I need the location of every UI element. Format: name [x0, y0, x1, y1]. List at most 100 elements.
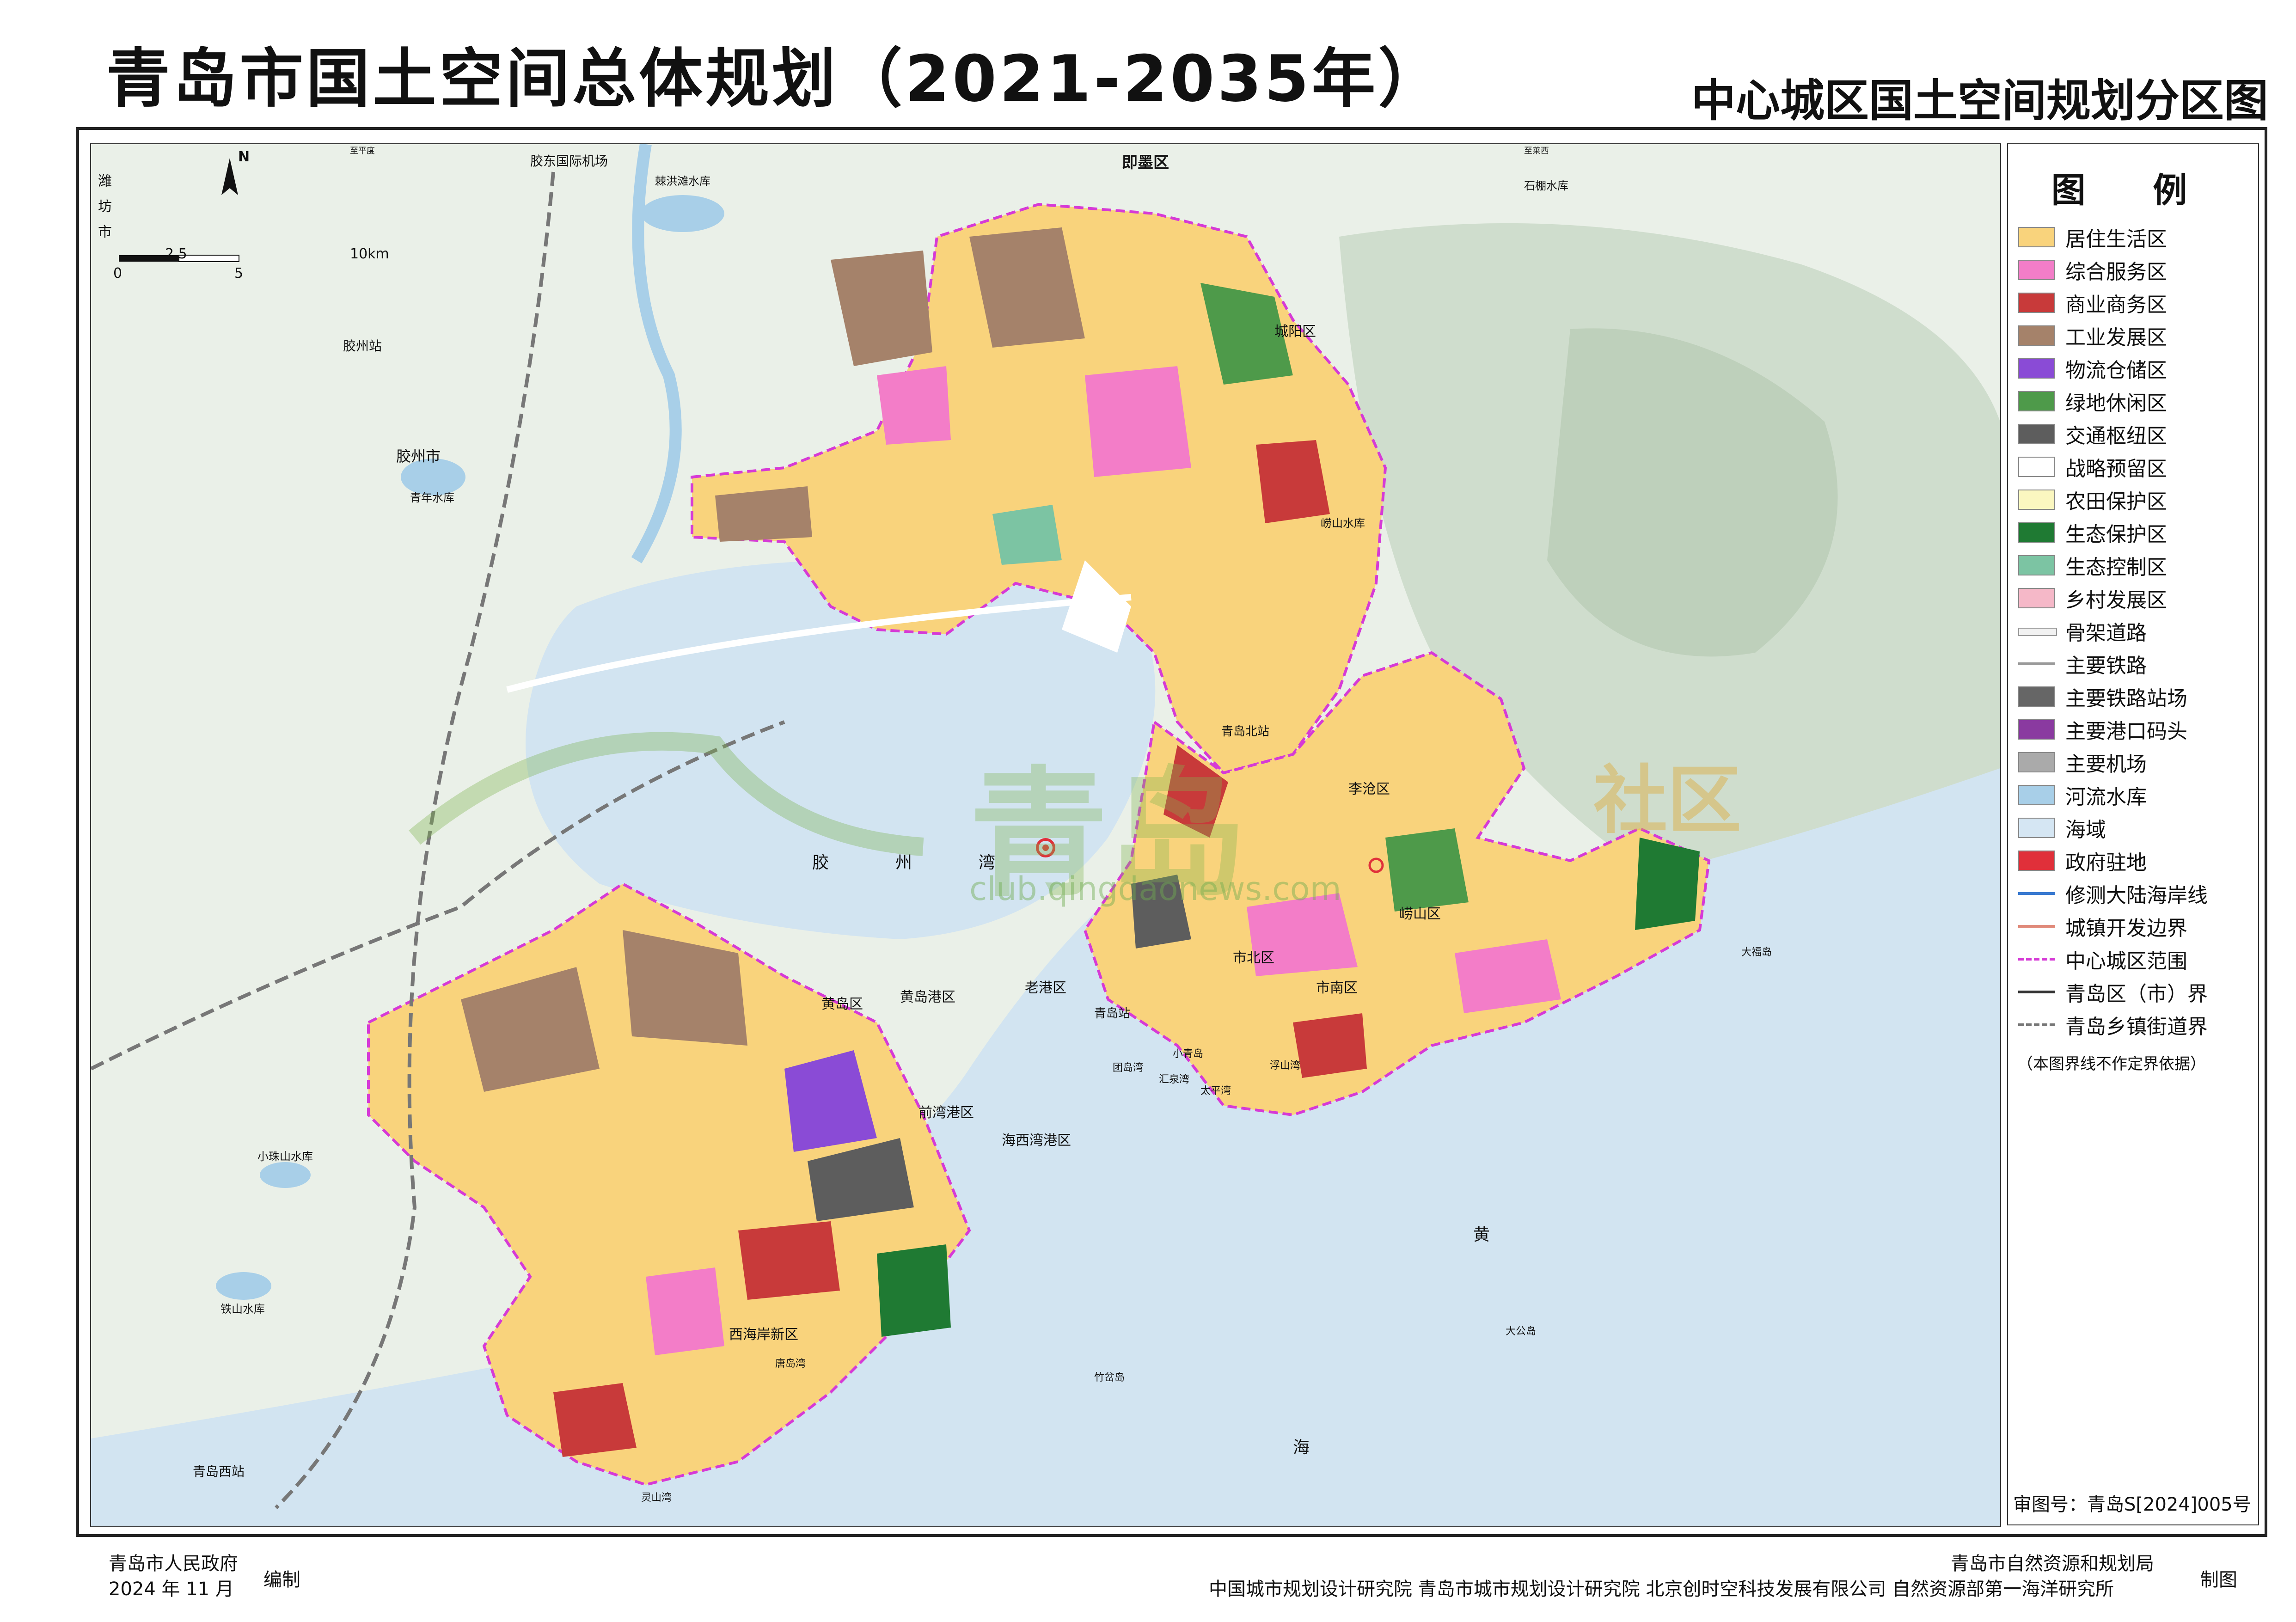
legend-label: 乡村发展区 — [2065, 588, 2167, 612]
reservoir-label-tieshan: 铁山水库 — [220, 1303, 265, 1316]
legend-line-sample — [2018, 627, 2057, 636]
legend-swatch — [2018, 226, 2055, 247]
legend-item: 主要铁路站场 — [2018, 680, 2254, 713]
district-label-west-coast: 西海岸新区 — [729, 1327, 798, 1343]
legend-swatch — [2018, 423, 2055, 444]
legend-label: 修测大陆海岸线 — [2065, 883, 2208, 907]
tieshan-reservoir — [216, 1272, 271, 1300]
reservoir-label-qingnian: 青年水库 — [410, 491, 454, 504]
legend-label: 河流水库 — [2065, 785, 2147, 809]
scale-label-5: 5 — [234, 265, 244, 282]
bay-label-taiping: 太平湾 — [1200, 1085, 1231, 1097]
station-label-north: 青岛北站 — [1221, 725, 1270, 739]
scale-label-10km: 10km — [350, 246, 389, 262]
legend-swatch — [2018, 358, 2055, 379]
eco-control-block — [992, 505, 1062, 565]
legend-swatch — [2018, 949, 2055, 969]
legend-item: 城镇开发边界 — [2018, 910, 2254, 943]
legend-item: 青岛乡镇街道界 — [2018, 1008, 2254, 1041]
legend-item: 生态控制区 — [2018, 549, 2254, 581]
industrial-block — [715, 486, 812, 542]
xiaozhushan-reservoir — [260, 1162, 311, 1188]
footer-date: 2024 年 11 月 — [109, 1579, 234, 1600]
commercial-block — [1293, 1013, 1367, 1078]
commercial-block — [738, 1221, 840, 1300]
sea-label-2: 海 — [1293, 1438, 1310, 1457]
legend-item: 综合服务区 — [2018, 253, 2254, 286]
legend-swatch — [2018, 817, 2055, 838]
legend-swatch — [2018, 621, 2057, 641]
legend-item: 商业商务区 — [2018, 286, 2254, 319]
legend-item: 交通枢纽区 — [2018, 417, 2254, 450]
legend-item: 青岛区（市）界 — [2018, 975, 2254, 1008]
legend-swatch — [2018, 292, 2055, 313]
port-label-qianwan: 前湾港区 — [918, 1105, 974, 1121]
district-label-shibei: 市北区 — [1233, 950, 1274, 966]
bay-label-fushan: 浮山湾 — [1270, 1060, 1301, 1071]
legend-label: 生态保护区 — [2065, 522, 2167, 546]
legend-item: 物流仓储区 — [2018, 352, 2254, 385]
watermark-url: club.qingdaonews.com — [969, 870, 1341, 908]
legend-swatch — [2018, 456, 2055, 477]
legend-item: 农田保护区 — [2018, 483, 2254, 516]
legend-label: 海域 — [2065, 818, 2106, 842]
legend-item: 主要港口码头 — [2018, 713, 2254, 746]
legend-list: 居住生活区 综合服务区 商业商务区 工业发展区 物流仓储区 绿地休闲区 交通枢纽区 战略预留区… — [2018, 220, 2254, 1041]
station-label-jiaozhou: 胶州站 — [343, 338, 382, 354]
road-label-laixi: 至莱西 — [1524, 146, 1549, 156]
neighbor-label-fang: 坊 — [98, 199, 112, 215]
station-label-west: 青岛西站 — [193, 1464, 245, 1479]
reservoir-label-xiaozhushan: 小珠山水库 — [257, 1150, 313, 1163]
legend-item: 战略预留区 — [2018, 450, 2254, 483]
legend-line-sample — [2018, 957, 2055, 961]
legend-panel: 图 例 居住生活区 综合服务区 商业商务区 工业发展区 物流仓储区 绿地休闲区 交通枢纽区战… — [2007, 143, 2259, 1525]
legend-item: 主要机场 — [2018, 746, 2254, 778]
legend-title: 图 例 — [2051, 171, 2215, 210]
footer-compiled-label: 编制 — [263, 1569, 300, 1591]
legend-item: 居住生活区 — [2018, 220, 2254, 253]
legend-swatch — [2018, 916, 2055, 936]
legend-label: 工业发展区 — [2065, 325, 2167, 349]
service-block — [1085, 366, 1191, 477]
island-label-dafu: 大福岛 — [1741, 947, 1772, 958]
watermark-suffix: 社区 — [1593, 757, 1742, 844]
legend-swatch — [2018, 850, 2055, 871]
north-label: N — [238, 149, 250, 165]
legend-label: 主要机场 — [2065, 752, 2147, 776]
legend-swatch — [2018, 522, 2055, 543]
approval-number: 审图号：青岛S[2024]005号 — [2013, 1494, 2251, 1515]
bay-label-lingshan: 灵山湾 — [641, 1492, 672, 1504]
bay-label-3: 湾 — [979, 853, 996, 872]
island-label-dagong: 大公岛 — [1506, 1326, 1537, 1337]
green-block — [1385, 828, 1469, 912]
legend-label: 居住生活区 — [2065, 227, 2167, 251]
legend-item: 主要铁路 — [2018, 647, 2254, 680]
legend-line-sample — [2018, 662, 2055, 665]
neighbor-label-shi: 市 — [98, 224, 112, 240]
port-label-old: 老港区 — [1025, 980, 1066, 996]
legend-line-sample — [2018, 924, 2055, 928]
map-subtitle: 中心城区国土空间规划分区图 — [1691, 75, 2268, 127]
legend-swatch — [2018, 883, 2055, 904]
district-label-shinan: 市南区 — [1316, 980, 1358, 996]
map-canvas[interactable]: N 0 2.5 5 10km 青岛 社区 club.qingdaonews.co… — [90, 143, 2001, 1527]
legend-item: 工业发展区 — [2018, 319, 2254, 352]
legend-label: 中心城区范围 — [2065, 949, 2187, 973]
legend-swatch — [2018, 489, 2055, 510]
sea-label-1: 黄 — [1473, 1225, 1490, 1244]
legend-label: 商业商务区 — [2065, 293, 2167, 317]
legend-swatch — [2018, 654, 2055, 674]
service-block — [646, 1267, 724, 1355]
island-label-xiaoqing: 小青岛 — [1173, 1048, 1204, 1060]
legend-swatch — [2018, 555, 2055, 575]
district-label-jiaozhou: 胶州市 — [396, 447, 441, 465]
legend-label: 交通枢纽区 — [2065, 424, 2167, 448]
legend-label: 物流仓储区 — [2065, 358, 2167, 382]
legend-swatch — [2018, 325, 2055, 346]
legend-note: （本图界线不作定界依据） — [2017, 1055, 2206, 1073]
page-title: 青岛市国土空间总体规划（2021-2035年） — [106, 42, 1445, 116]
port-label-huangdao: 黄岛港区 — [900, 989, 955, 1005]
legend-item: 海域 — [2018, 811, 2254, 844]
eco-protect-block — [1635, 838, 1700, 930]
legend-swatch — [2018, 259, 2055, 280]
